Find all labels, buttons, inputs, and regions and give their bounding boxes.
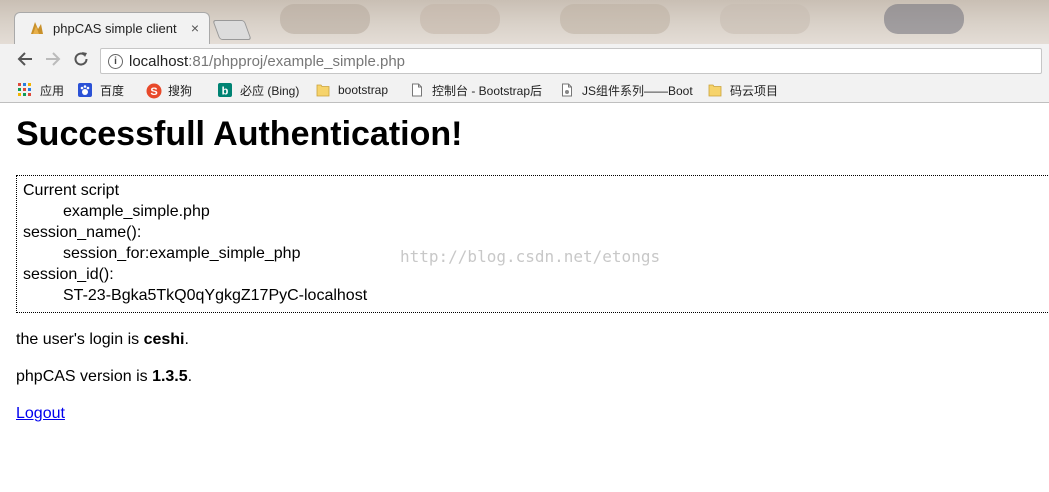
bookmark-sogou[interactable]: S 搜狗	[146, 81, 192, 99]
apps-grid-icon	[18, 83, 32, 97]
tab-close-icon[interactable]: ×	[191, 20, 199, 36]
forward-arrow-icon[interactable]	[42, 50, 64, 72]
bookmark-baidu[interactable]: 百度	[78, 81, 124, 99]
bookmark-label: 码云项目	[730, 83, 779, 98]
background-decoration	[884, 4, 964, 34]
info-icon[interactable]: i	[108, 54, 123, 69]
background-decoration	[720, 4, 810, 34]
session-id-value: ST-23-Bgka5TkQ0qYgkgZ17PyC-localhost	[63, 287, 368, 304]
background-decoration	[560, 4, 670, 34]
phpcas-version: 1.3.5	[152, 368, 188, 385]
url-text: localhost:81/phpproj/example_simple.php	[129, 53, 406, 70]
page-title: Successfull Authentication!	[16, 115, 463, 153]
svg-text:S: S	[150, 86, 157, 98]
session-id-label: session_id():	[23, 266, 114, 283]
page-icon	[560, 83, 574, 97]
bing-icon: b	[218, 83, 232, 98]
bookmark-bing[interactable]: b 必应 (Bing)	[218, 81, 299, 99]
svg-text:b: b	[222, 86, 229, 98]
bookmark-console-bootstrap[interactable]: 控制台 - Bootstrap后	[410, 81, 546, 99]
bookmark-label: 控制台 - Bootstrap后	[432, 83, 543, 98]
current-script-value: example_simple.php	[63, 203, 210, 220]
bookmark-label: 必应 (Bing)	[240, 83, 300, 98]
session-name-value: session_for:example_simple_php	[63, 245, 301, 262]
bookmark-label: bootstrap	[338, 83, 389, 97]
bookmark-apps[interactable]: 应用	[18, 81, 64, 99]
bookmark-gitee-folder[interactable]: 码云项目	[708, 81, 778, 99]
page-icon	[410, 83, 424, 97]
version-line: phpCAS version is 1.3.5.	[16, 368, 193, 385]
session-info-box: Current script example_simple.php sessio…	[16, 175, 1049, 313]
watermark-text: http://blog.csdn.net/etongs	[400, 247, 661, 266]
new-tab-button[interactable]	[212, 20, 252, 40]
bookmark-label: JS组件系列——Boot	[582, 83, 693, 98]
session-name-label: session_name():	[23, 224, 142, 241]
bookmark-label: 应用	[40, 83, 65, 98]
current-script-label: Current script	[23, 182, 120, 199]
browser-tab-active[interactable]: phpCAS simple client ×	[14, 12, 210, 44]
background-decoration	[280, 4, 370, 34]
login-username: ceshi	[143, 331, 185, 348]
sogou-icon: S	[146, 83, 162, 99]
bookmark-bootstrap-folder[interactable]: bootstrap	[316, 81, 388, 99]
back-arrow-icon[interactable]	[14, 50, 36, 72]
tab-title: phpCAS simple client	[53, 21, 177, 36]
browser-toolbar: i localhost:81/phpproj/example_simple.ph…	[0, 44, 1049, 78]
folder-icon	[708, 83, 722, 97]
baidu-paw-icon	[78, 83, 92, 97]
bookmarks-bar: 应用 百度 S 搜狗 b 必应 (Bing) bootstrap 控制台 - B…	[0, 78, 1049, 103]
login-line: the user's login is ceshi.	[16, 331, 189, 348]
bookmark-label: 百度	[100, 83, 125, 98]
browser-titlebar: phpCAS simple client ×	[0, 0, 1049, 44]
bookmark-js-components[interactable]: JS组件系列——Boot	[560, 81, 694, 99]
logout-link[interactable]: Logout	[16, 405, 65, 423]
bookmark-label: 搜狗	[168, 83, 193, 98]
phpcas-favicon-icon	[31, 22, 43, 34]
background-decoration	[420, 4, 500, 34]
address-bar[interactable]: i localhost:81/phpproj/example_simple.ph…	[100, 48, 1042, 74]
reload-icon[interactable]	[70, 50, 92, 72]
folder-icon	[316, 83, 330, 97]
